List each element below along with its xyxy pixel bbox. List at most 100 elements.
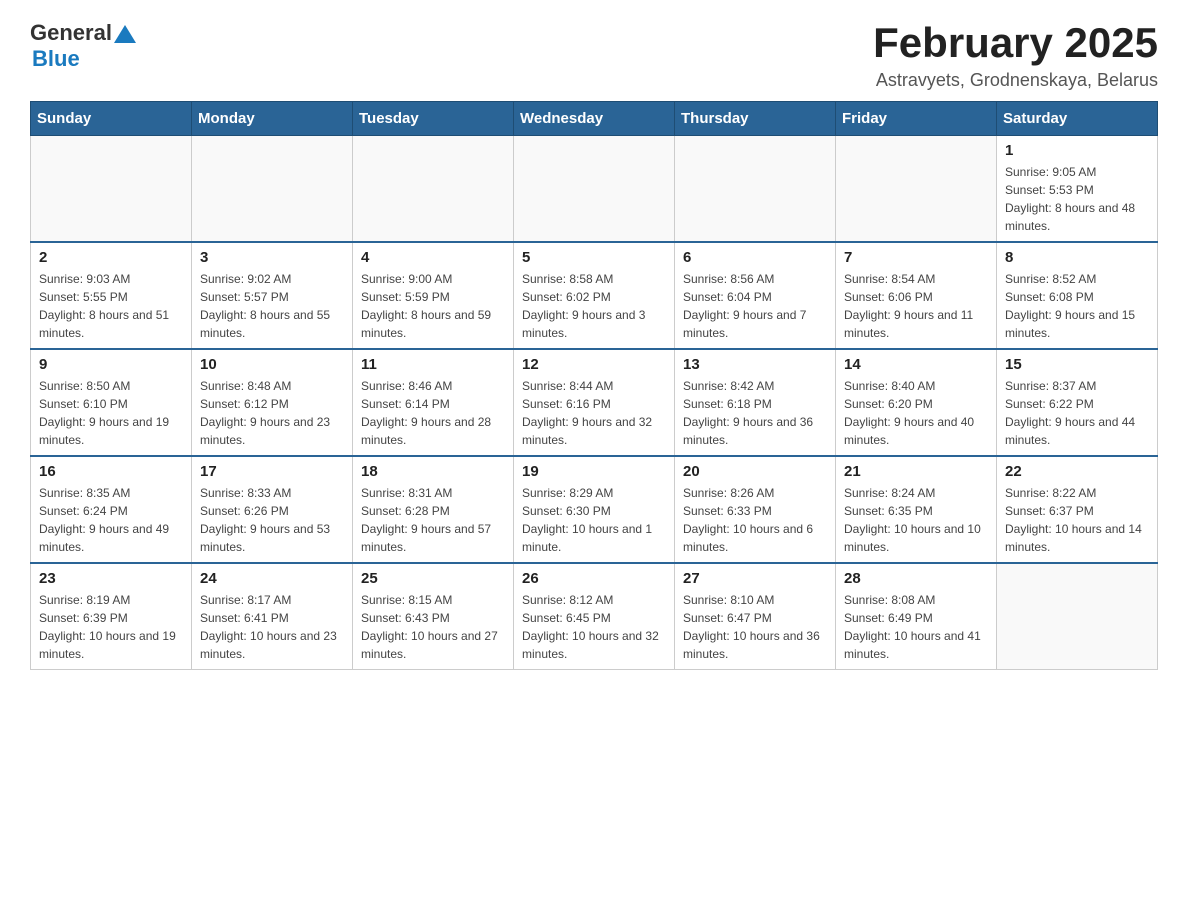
title-section: February 2025 Astravyets, Grodnenskaya, …: [873, 20, 1158, 91]
calendar-cell: 3 Sunrise: 9:02 AMSunset: 5:57 PMDaylight…: [192, 242, 353, 349]
day-number: 27: [683, 570, 827, 587]
day-number: 16: [39, 463, 183, 480]
day-number: 3: [200, 249, 344, 266]
day-info: Sunrise: 8:50 AMSunset: 6:10 PMDaylight:…: [39, 377, 183, 449]
day-number: 15: [1005, 356, 1149, 373]
day-number: 20: [683, 463, 827, 480]
calendar-cell: 20 Sunrise: 8:26 AMSunset: 6:33 PMDayligh…: [675, 456, 836, 563]
day-info: Sunrise: 9:05 AMSunset: 5:53 PMDaylight:…: [1005, 163, 1149, 235]
day-info: Sunrise: 8:22 AMSunset: 6:37 PMDaylight:…: [1005, 484, 1149, 556]
day-number: 10: [200, 356, 344, 373]
calendar-cell: 25 Sunrise: 8:15 AMSunset: 6:43 PMDayligh…: [353, 563, 514, 670]
page-header: General Blue February 2025 Astravyets, G…: [30, 20, 1158, 91]
day-number: 23: [39, 570, 183, 587]
day-number: 5: [522, 249, 666, 266]
day-info: Sunrise: 8:52 AMSunset: 6:08 PMDaylight:…: [1005, 270, 1149, 342]
calendar-cell: 11 Sunrise: 8:46 AMSunset: 6:14 PMDayligh…: [353, 349, 514, 456]
day-info: Sunrise: 8:26 AMSunset: 6:33 PMDaylight:…: [683, 484, 827, 556]
day-info: Sunrise: 8:12 AMSunset: 6:45 PMDaylight:…: [522, 591, 666, 663]
calendar-cell: 7 Sunrise: 8:54 AMSunset: 6:06 PMDaylight…: [836, 242, 997, 349]
day-number: 28: [844, 570, 988, 587]
calendar-cell: 5 Sunrise: 8:58 AMSunset: 6:02 PMDaylight…: [514, 242, 675, 349]
calendar-cell: 2 Sunrise: 9:03 AMSunset: 5:55 PMDaylight…: [31, 242, 192, 349]
day-number: 26: [522, 570, 666, 587]
day-number: 25: [361, 570, 505, 587]
weekday-header-tuesday: Tuesday: [353, 102, 514, 136]
day-number: 8: [1005, 249, 1149, 266]
logo-triangle-icon: [114, 23, 136, 45]
day-info: Sunrise: 8:40 AMSunset: 6:20 PMDaylight:…: [844, 377, 988, 449]
calendar-cell: 28Sunrise: 8:08 AMSunset: 6:49 PMDayligh…: [836, 563, 997, 670]
calendar-week-row: 16 Sunrise: 8:35 AMSunset: 6:24 PMDayligh…: [31, 456, 1158, 563]
day-number: 24: [200, 570, 344, 587]
day-info: Sunrise: 8:42 AMSunset: 6:18 PMDaylight:…: [683, 377, 827, 449]
day-number: 17: [200, 463, 344, 480]
day-number: 6: [683, 249, 827, 266]
calendar-cell: 21 Sunrise: 8:24 AMSunset: 6:35 PMDayligh…: [836, 456, 997, 563]
logo-general-text: General: [30, 20, 112, 46]
calendar-cell: 27 Sunrise: 8:10 AMSunset: 6:47 PMDayligh…: [675, 563, 836, 670]
calendar-cell: 12 Sunrise: 8:44 AMSunset: 6:16 PMDayligh…: [514, 349, 675, 456]
weekday-header-monday: Monday: [192, 102, 353, 136]
weekday-header-saturday: Saturday: [997, 102, 1158, 136]
day-number: 4: [361, 249, 505, 266]
calendar-cell: 1 Sunrise: 9:05 AMSunset: 5:53 PMDaylight…: [997, 136, 1158, 243]
calendar-cell: 15 Sunrise: 8:37 AMSunset: 6:22 PMDayligh…: [997, 349, 1158, 456]
day-info: Sunrise: 8:46 AMSunset: 6:14 PMDaylight:…: [361, 377, 505, 449]
day-info: Sunrise: 8:37 AMSunset: 6:22 PMDaylight:…: [1005, 377, 1149, 449]
calendar-cell: [353, 136, 514, 243]
calendar-cell: 13Sunrise: 8:42 AMSunset: 6:18 PMDayligh…: [675, 349, 836, 456]
day-info: Sunrise: 8:15 AMSunset: 6:43 PMDaylight:…: [361, 591, 505, 663]
day-number: 21: [844, 463, 988, 480]
day-info: Sunrise: 9:00 AMSunset: 5:59 PMDaylight:…: [361, 270, 505, 342]
calendar-cell: [997, 563, 1158, 670]
day-number: 2: [39, 249, 183, 266]
calendar-cell: 8 Sunrise: 8:52 AMSunset: 6:08 PMDaylight…: [997, 242, 1158, 349]
calendar-cell: 6 Sunrise: 8:56 AMSunset: 6:04 PMDaylight…: [675, 242, 836, 349]
weekday-header-thursday: Thursday: [675, 102, 836, 136]
month-year-title: February 2025: [873, 20, 1158, 66]
logo-blue-text: Blue: [32, 46, 80, 71]
calendar-cell: 9Sunrise: 8:50 AMSunset: 6:10 PMDaylight…: [31, 349, 192, 456]
day-number: 19: [522, 463, 666, 480]
day-info: Sunrise: 8:56 AMSunset: 6:04 PMDaylight:…: [683, 270, 827, 342]
day-info: Sunrise: 8:31 AMSunset: 6:28 PMDaylight:…: [361, 484, 505, 556]
calendar-cell: 24 Sunrise: 8:17 AMSunset: 6:41 PMDayligh…: [192, 563, 353, 670]
calendar-cell: [192, 136, 353, 243]
day-info: Sunrise: 8:19 AMSunset: 6:39 PMDaylight:…: [39, 591, 183, 663]
day-info: Sunrise: 8:35 AMSunset: 6:24 PMDaylight:…: [39, 484, 183, 556]
day-info: Sunrise: 8:44 AMSunset: 6:16 PMDaylight:…: [522, 377, 666, 449]
calendar-cell: 10 Sunrise: 8:48 AMSunset: 6:12 PMDayligh…: [192, 349, 353, 456]
day-info: Sunrise: 8:33 AMSunset: 6:26 PMDaylight:…: [200, 484, 344, 556]
day-number: 22: [1005, 463, 1149, 480]
day-number: 7: [844, 249, 988, 266]
calendar-week-row: 23 Sunrise: 8:19 AMSunset: 6:39 PMDayligh…: [31, 563, 1158, 670]
day-info: Sunrise: 9:03 AMSunset: 5:55 PMDaylight:…: [39, 270, 183, 342]
calendar-week-row: 2 Sunrise: 9:03 AMSunset: 5:55 PMDaylight…: [31, 242, 1158, 349]
weekday-header-wednesday: Wednesday: [514, 102, 675, 136]
calendar-cell: 22 Sunrise: 8:22 AMSunset: 6:37 PMDayligh…: [997, 456, 1158, 563]
day-number: 12: [522, 356, 666, 373]
day-info: Sunrise: 9:02 AMSunset: 5:57 PMDaylight:…: [200, 270, 344, 342]
calendar-cell: [514, 136, 675, 243]
day-number: 1: [1005, 142, 1149, 159]
calendar-cell: [31, 136, 192, 243]
calendar-cell: [675, 136, 836, 243]
logo: General Blue: [30, 20, 136, 72]
location-subtitle: Astravyets, Grodnenskaya, Belarus: [873, 70, 1158, 91]
day-number: 11: [361, 356, 505, 373]
day-number: 18: [361, 463, 505, 480]
calendar-cell: 23 Sunrise: 8:19 AMSunset: 6:39 PMDayligh…: [31, 563, 192, 670]
calendar-header-row: SundayMondayTuesdayWednesdayThursdayFrid…: [31, 102, 1158, 136]
weekday-header-sunday: Sunday: [31, 102, 192, 136]
day-info: Sunrise: 8:54 AMSunset: 6:06 PMDaylight:…: [844, 270, 988, 342]
day-info: Sunrise: 8:17 AMSunset: 6:41 PMDaylight:…: [200, 591, 344, 663]
day-info: Sunrise: 8:58 AMSunset: 6:02 PMDaylight:…: [522, 270, 666, 342]
calendar-week-row: 1 Sunrise: 9:05 AMSunset: 5:53 PMDaylight…: [31, 136, 1158, 243]
day-number: 14: [844, 356, 988, 373]
calendar-cell: 19 Sunrise: 8:29 AMSunset: 6:30 PMDayligh…: [514, 456, 675, 563]
day-info: Sunrise: 8:48 AMSunset: 6:12 PMDaylight:…: [200, 377, 344, 449]
day-info: Sunrise: 8:29 AMSunset: 6:30 PMDaylight:…: [522, 484, 666, 556]
day-info: Sunrise: 8:10 AMSunset: 6:47 PMDaylight:…: [683, 591, 827, 663]
day-info: Sunrise: 8:24 AMSunset: 6:35 PMDaylight:…: [844, 484, 988, 556]
